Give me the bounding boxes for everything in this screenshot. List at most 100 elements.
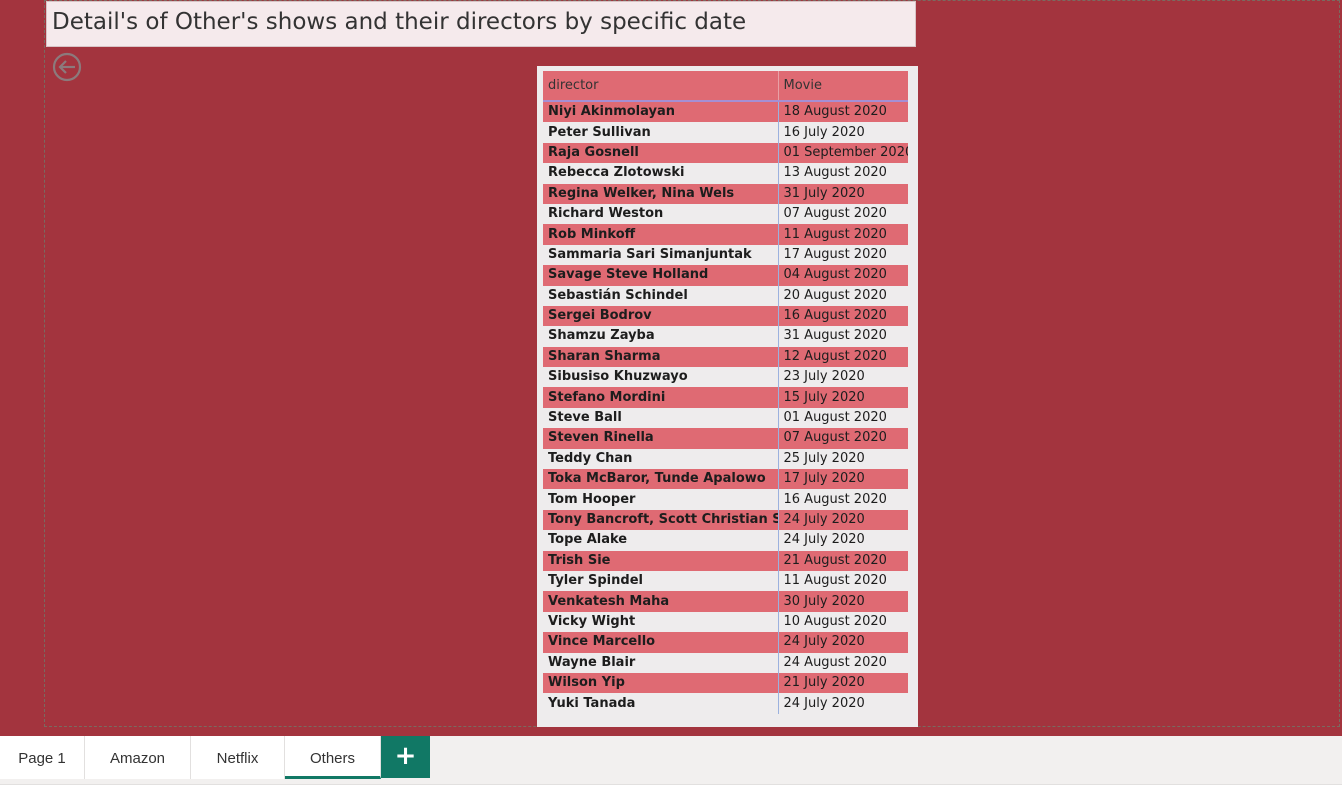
director-cell: Rebecca Zlotowski [543,163,778,184]
director-cell: Shamzu Zayba [543,326,778,347]
table-row[interactable]: Sergei Bodrov 16 August 2020 [543,305,908,327]
director-cell: Rob Minkoff [543,224,778,245]
director-cell: Niyi Akinmolayan [543,101,778,123]
director-date-table-visual: director Movie Niyi Akinmolayan 18 August… [537,66,918,727]
director-cell: Raja Gosnell [543,142,778,164]
table-row[interactable]: Venkatesh Maha 30 July 2020 [543,591,908,612]
tab-netflix[interactable]: Netflix [191,736,285,779]
table-row[interactable]: Peter Sullivan 16 July 2020 [543,122,908,143]
table-row[interactable]: Steven Rinella 07 August 2020 [543,428,908,449]
date-cell: 15 July 2020 [777,387,908,408]
date-cell: 16 August 2020 [777,305,908,327]
date-cell: 07 August 2020 [777,428,908,449]
director-cell: Tyler Spindel [543,570,778,592]
date-cell: 24 July 2020 [777,509,908,531]
date-cell: 21 July 2020 [777,672,908,694]
director-cell: Trish Sie [543,550,778,571]
table-row[interactable]: Wilson Yip 21 July 2020 [543,672,908,694]
table-row[interactable]: Sammaria Sari Simanjuntak 17 August 2020 [543,244,908,266]
table-row[interactable]: Trish Sie 21 August 2020 [543,550,908,571]
director-cell: Peter Sullivan [543,122,778,143]
tab-page-1[interactable]: Page 1 [0,736,85,779]
date-cell: 31 July 2020 [777,183,908,204]
director-cell: Savage Steve Holland [543,265,778,286]
tab-amazon[interactable]: Amazon [85,736,191,779]
table-row[interactable]: Toka McBaror, Tunde Apalowo 17 July 2020 [543,469,908,490]
director-cell: Sibusiso Khuzwayo [543,367,778,388]
director-date-table: director Movie Niyi Akinmolayan 18 August… [543,71,908,714]
column-header-director[interactable]: director [543,71,779,102]
date-cell: 11 August 2020 [777,224,908,245]
director-cell: Regina Welker, Nina Wels [543,183,778,204]
table-row[interactable]: Sebastián Schindel 20 August 2020 [543,285,908,306]
date-cell: 16 August 2020 [777,489,908,510]
date-cell: 24 July 2020 [777,632,908,653]
add-page-button[interactable]: + [381,736,430,778]
date-cell: 20 August 2020 [777,285,908,306]
date-cell: 23 July 2020 [777,367,908,388]
director-cell: Teddy Chan [543,448,778,470]
plus-icon: + [394,741,417,771]
table-row[interactable]: Sharan Sharma 12 August 2020 [543,346,908,368]
tab-others[interactable]: Others [285,736,381,779]
director-cell: Stefano Mordini [543,387,778,408]
table-row[interactable]: Steve Ball 01 August 2020 [543,407,908,429]
director-cell: Steven Rinella [543,428,778,449]
table-row[interactable]: Yuki Tanada 24 July 2020 [543,693,908,714]
date-cell: 11 August 2020 [777,570,908,592]
date-cell: 13 August 2020 [777,163,908,184]
date-cell: 12 August 2020 [777,346,908,368]
column-header-movie[interactable]: Movie [778,71,908,102]
table-row[interactable]: Tony Bancroft, Scott Christian Sava24 Ju… [543,509,908,531]
table-row[interactable]: Wayne Blair 24 August 2020 [543,652,908,673]
back-arrow-circle-icon [52,52,82,82]
table-row[interactable]: Niyi Akinmolayan 18 August 2020 [543,101,908,123]
table-row[interactable]: Richard Weston 07 August 2020 [543,203,908,225]
date-cell: 01 September 2020 [777,142,908,164]
date-cell: 24 July 2020 [777,693,908,714]
page-title: Detail's of Other's shows and their dire… [52,9,747,35]
director-cell: Sebastián Schindel [543,285,778,306]
date-cell: 18 August 2020 [777,101,908,123]
table-header-row: director Movie [543,71,908,102]
director-cell: Wilson Yip [543,672,778,694]
table-row[interactable]: Regina Welker, Nina Wels 31 July 2020 [543,183,908,204]
director-cell: Toka McBaror, Tunde Apalowo [543,469,778,490]
table-row[interactable]: Rebecca Zlotowski 13 August 2020 [543,163,908,184]
date-cell: 24 July 2020 [777,530,908,551]
date-cell: 17 July 2020 [777,469,908,490]
director-cell: Tom Hooper [543,489,778,510]
table-row[interactable]: Rob Minkoff 11 August 2020 [543,224,908,245]
director-cell: Steve Ball [543,407,778,429]
title-textbox: Detail's of Other's shows and their dire… [46,1,916,47]
table-row[interactable]: Stefano Mordini 15 July 2020 [543,387,908,408]
date-cell: 21 August 2020 [777,550,908,571]
date-cell: 24 August 2020 [777,652,908,673]
table-row[interactable]: Teddy Chan 25 July 2020 [543,448,908,470]
table-row[interactable]: Savage Steve Holland 04 August 2020 [543,265,908,286]
director-cell: Venkatesh Maha [543,591,778,612]
date-cell: 16 July 2020 [777,122,908,143]
back-button[interactable] [52,52,82,82]
director-cell: Tony Bancroft, Scott Christian Sava [543,509,778,531]
date-cell: 17 August 2020 [777,244,908,266]
date-cell: 31 August 2020 [777,326,908,347]
director-cell: Sammaria Sari Simanjuntak [543,244,778,266]
page-tab-bar: Page 1 Amazon Netflix Others + [0,736,1342,785]
date-cell: 25 July 2020 [777,448,908,470]
director-cell: Yuki Tanada [543,693,778,714]
director-cell: Vicky Wight [543,611,778,633]
table-row[interactable]: Tyler Spindel 11 August 2020 [543,570,908,592]
date-cell: 10 August 2020 [777,611,908,633]
table-row[interactable]: Tope Alake 24 July 2020 [543,530,908,551]
table-row[interactable]: Sibusiso Khuzwayo 23 July 2020 [543,367,908,388]
director-cell: Tope Alake [543,530,778,551]
table-row[interactable]: Raja Gosnell 01 September 2020 [543,142,908,164]
director-cell: Vince Marcello [543,632,778,653]
table-row[interactable]: Vicky Wight 10 August 2020 [543,611,908,633]
date-cell: 04 August 2020 [777,265,908,286]
table-row[interactable]: Tom Hooper 16 August 2020 [543,489,908,510]
table-row[interactable]: Shamzu Zayba 31 August 2020 [543,326,908,347]
table-row[interactable]: Vince Marcello 24 July 2020 [543,632,908,653]
director-cell: Sharan Sharma [543,346,778,368]
